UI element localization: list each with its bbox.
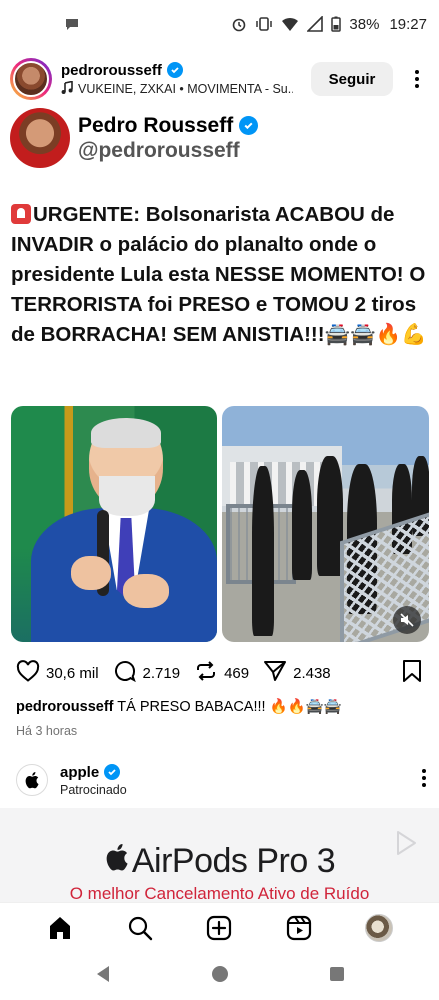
ad-title: AirPods Pro 3 — [0, 842, 439, 881]
like-count: 30,6 mil — [46, 664, 99, 682]
comment-action[interactable]: 2.719 — [113, 659, 181, 687]
verified-badge-icon — [166, 62, 183, 78]
reels-icon[interactable] — [279, 908, 319, 948]
send-icon[interactable] — [263, 659, 287, 687]
share-action[interactable]: 2.438 — [263, 659, 331, 687]
bookmark-icon[interactable] — [402, 659, 422, 687]
ad-media[interactable]: AirPods Pro 3 O melhor Cancelamento Ativ… — [0, 808, 439, 902]
photo-police-fence — [222, 406, 429, 642]
vibrate-icon — [255, 16, 273, 32]
siren-icon — [11, 204, 31, 224]
music-note-icon — [61, 80, 73, 97]
caption-username[interactable]: pedrorousseff — [16, 699, 114, 715]
sponsored-label: Patrocinado — [60, 782, 127, 797]
ad-title-text: AirPods Pro 3 — [131, 842, 336, 880]
tweet-author: Pedro Rousseff @pedrorousseff — [10, 108, 259, 168]
post-caption: pedrorousseff TÁ PRESO BABACA!!! 🔥🔥🚔🚔 — [16, 698, 426, 715]
music-row[interactable]: VUKEINE, ZXKAI • MOVIMENTA - Su... — [61, 80, 293, 97]
heart-icon[interactable] — [16, 660, 40, 686]
apple-logo-icon[interactable] — [16, 764, 48, 796]
system-nav — [0, 952, 439, 1000]
chat-bubble-icon — [64, 16, 80, 32]
comment-count: 2.719 — [142, 664, 181, 682]
story-ring[interactable] — [10, 58, 52, 100]
sponsored-header: apple Patrocinado — [16, 760, 428, 800]
share-count: 2.438 — [293, 664, 331, 682]
apple-logo-icon — [104, 842, 130, 881]
profile-avatar[interactable] — [359, 908, 399, 948]
avatar — [13, 61, 49, 97]
verified-badge-icon — [239, 116, 259, 135]
follow-button[interactable]: Seguir — [311, 62, 393, 96]
battery-icon — [331, 16, 342, 32]
tweet-name: Pedro Rousseff — [78, 113, 234, 137]
repost-action[interactable]: 469 — [194, 659, 249, 687]
post-timestamp: Há 3 horas — [16, 724, 78, 738]
more-options-icon[interactable] — [422, 768, 426, 792]
search-icon[interactable] — [120, 908, 160, 948]
battery-percent: 38% — [349, 15, 380, 33]
home-icon[interactable] — [40, 908, 80, 948]
recents-icon[interactable] — [329, 966, 345, 987]
alarm-icon — [231, 16, 247, 32]
mute-icon[interactable] — [393, 606, 421, 634]
clock: 19:27 — [389, 15, 427, 33]
like-action[interactable]: 30,6 mil — [16, 660, 99, 686]
caption-text: TÁ PRESO BABACA!!! 🔥🔥🚔🚔 — [117, 699, 342, 715]
post-media[interactable]: Pedro Rousseff @pedrorousseff URGENTE: B… — [0, 104, 439, 654]
repost-icon[interactable] — [194, 659, 218, 687]
verified-badge-icon — [104, 764, 121, 780]
ad-subtitle: O melhor Cancelamento Ativo de Ruído — [69, 884, 370, 902]
more-options-icon[interactable] — [407, 64, 427, 94]
create-post-icon[interactable] — [199, 908, 239, 948]
repost-count: 469 — [224, 664, 250, 682]
tweet-handle: @pedrorousseff — [78, 138, 240, 162]
post-author-info: pedrorousseff VUKEINE, ZXKAI • MOVIMENTA… — [61, 62, 293, 97]
tweet-emojis: 🚔🚔🔥💪 — [324, 323, 427, 346]
post-header: pedrorousseff VUKEINE, ZXKAI • MOVIMENTA… — [10, 56, 430, 102]
comment-icon[interactable] — [113, 659, 137, 687]
back-icon[interactable] — [95, 965, 111, 988]
home-circle-icon[interactable] — [211, 965, 229, 988]
status-bar: 38% 19:27 — [0, 0, 439, 48]
post-username[interactable]: pedrorousseff — [61, 62, 162, 79]
music-label: VUKEINE, ZXKAI • MOVIMENTA - Su... — [78, 81, 293, 96]
sponsor-username[interactable]: apple — [60, 764, 99, 781]
post-actions: 30,6 mil 2.719 469 2.438 — [16, 658, 422, 688]
tweet-text: URGENTE: Bolsonarista ACABOU de INVADIR … — [11, 200, 431, 350]
photo-president — [11, 406, 217, 642]
signal-icon — [307, 16, 324, 32]
wifi-icon — [281, 16, 299, 32]
tweet-avatar — [10, 108, 70, 168]
bottom-nav — [0, 902, 439, 952]
tweet-photos — [11, 406, 429, 642]
